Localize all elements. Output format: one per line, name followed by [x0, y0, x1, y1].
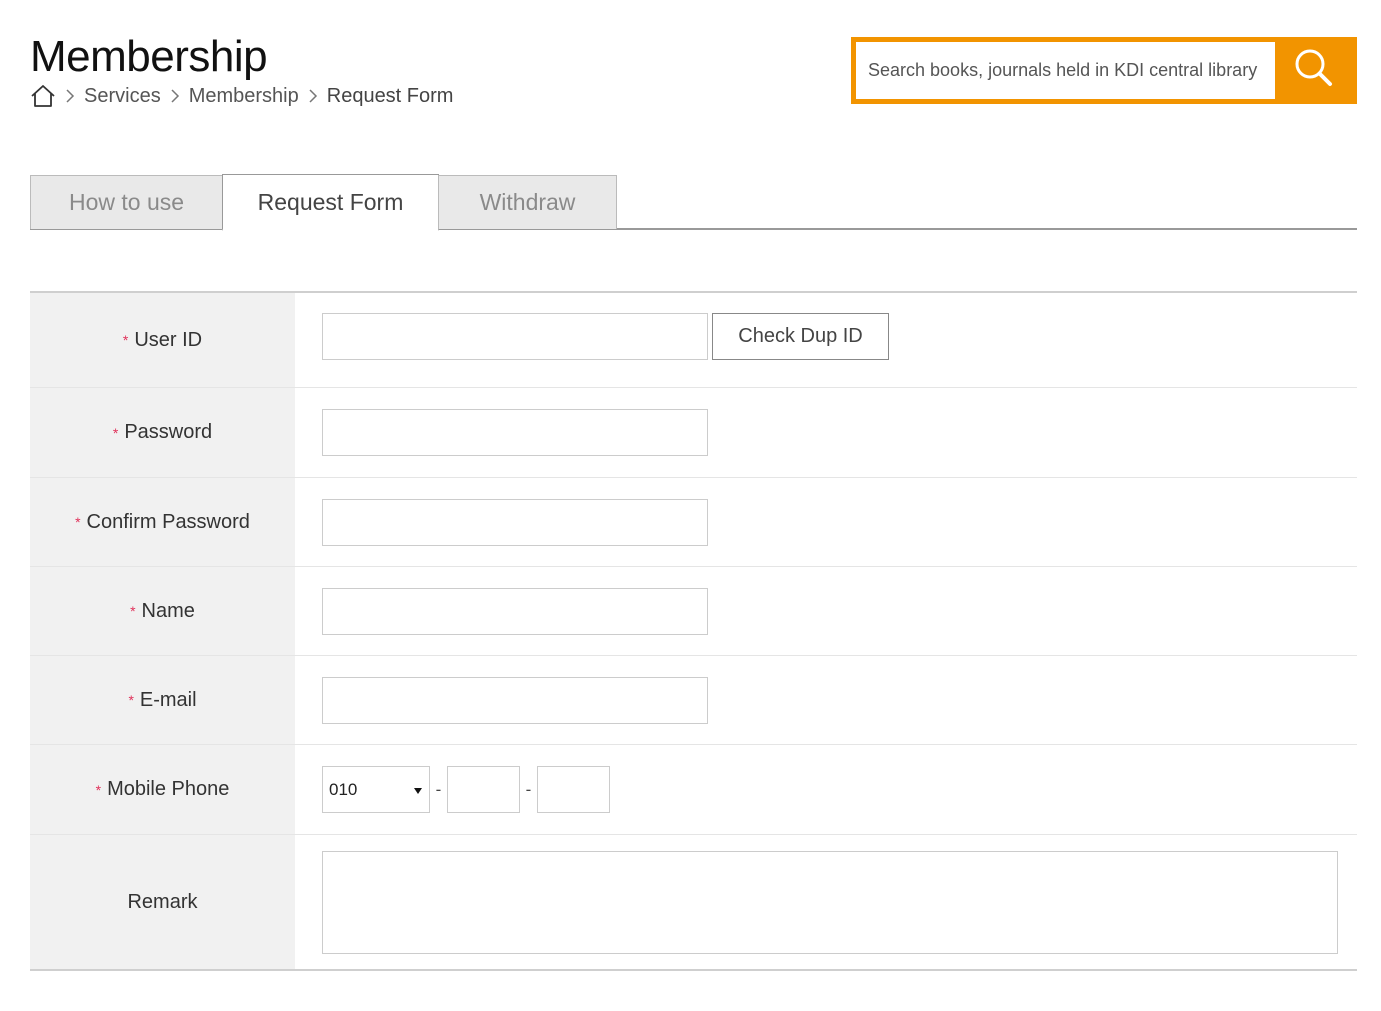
chevron-right-icon	[299, 86, 327, 106]
request-form: * User ID Check Dup ID * Password * Conf…	[30, 291, 1357, 971]
form-row-email: * E-mail	[30, 656, 1357, 745]
email-label: * E-mail	[30, 656, 295, 744]
form-row-remark: Remark	[30, 835, 1357, 969]
password-input[interactable]	[322, 409, 708, 456]
phone-separator: -	[525, 779, 532, 799]
user-id-field-cell: Check Dup ID	[295, 293, 1357, 387]
home-icon[interactable]	[30, 84, 56, 108]
tab-bar: How to use Request Form Withdraw	[30, 174, 1357, 231]
mobile-phone-label: * Mobile Phone	[30, 745, 295, 834]
remark-label: Remark	[30, 835, 295, 969]
chevron-right-icon	[161, 86, 189, 106]
breadcrumb-item-services[interactable]: Services	[84, 85, 161, 108]
page-title: Membership	[30, 32, 268, 81]
check-dup-id-button[interactable]: Check Dup ID	[712, 313, 889, 360]
form-row-confirm-password: * Confirm Password	[30, 478, 1357, 567]
confirm-password-label: * Confirm Password	[30, 478, 295, 566]
breadcrumb: Services Membership Request Form	[30, 84, 453, 108]
name-field-cell	[295, 567, 1357, 655]
phone-last-input[interactable]	[537, 766, 610, 813]
search-icon	[1292, 46, 1336, 95]
required-marker: *	[112, 424, 119, 441]
breadcrumb-item-membership[interactable]: Membership	[189, 85, 299, 108]
email-input[interactable]	[322, 676, 708, 724]
search-input[interactable]	[856, 42, 1275, 99]
user-id-label-text: User ID	[134, 328, 203, 351]
name-label-text: Name	[141, 599, 195, 622]
tab-withdraw[interactable]: Withdraw	[438, 175, 617, 229]
mobile-phone-field-cell: 010 - -	[295, 745, 1357, 834]
user-id-label: * User ID	[30, 293, 295, 387]
remark-textarea[interactable]	[322, 850, 1338, 954]
phone-separator: -	[435, 779, 442, 799]
remark-label-text: Remark	[127, 890, 198, 913]
tab-how-to-use[interactable]: How to use	[30, 175, 223, 229]
search-box	[851, 37, 1357, 104]
form-row-password: * Password	[30, 388, 1357, 478]
chevron-right-icon	[56, 86, 84, 106]
form-row-name: * Name	[30, 567, 1357, 656]
breadcrumb-item-request-form[interactable]: Request Form	[327, 85, 454, 108]
phone-prefix-select[interactable]: 010	[322, 766, 430, 813]
dropdown-arrow-icon	[413, 780, 423, 800]
required-marker: *	[75, 514, 81, 530]
confirm-password-label-text: Confirm Password	[86, 510, 250, 533]
form-row-mobile-phone: * Mobile Phone 010 - -	[30, 745, 1357, 835]
required-marker: *	[130, 603, 136, 619]
user-id-input[interactable]	[322, 313, 708, 360]
confirm-password-field-cell	[295, 478, 1357, 566]
name-label: * Name	[30, 567, 295, 655]
remark-field-cell	[295, 835, 1357, 969]
required-marker: *	[95, 781, 102, 798]
password-label-text: Password	[124, 421, 213, 443]
tab-request-form[interactable]: Request Form	[222, 174, 439, 231]
password-label: * Password	[30, 388, 295, 477]
confirm-password-input[interactable]	[322, 498, 708, 546]
mobile-phone-label-text: Mobile Phone	[107, 778, 230, 800]
required-marker: *	[128, 692, 134, 708]
email-label-text: E-mail	[139, 688, 197, 711]
name-input[interactable]	[322, 587, 708, 635]
phone-middle-input[interactable]	[447, 766, 520, 813]
search-button[interactable]	[1275, 42, 1352, 99]
password-field-cell	[295, 388, 1357, 477]
required-marker: *	[122, 332, 129, 348]
phone-prefix-value: 010	[329, 779, 358, 799]
email-field-cell	[295, 656, 1357, 744]
form-row-user-id: * User ID Check Dup ID	[30, 293, 1357, 388]
